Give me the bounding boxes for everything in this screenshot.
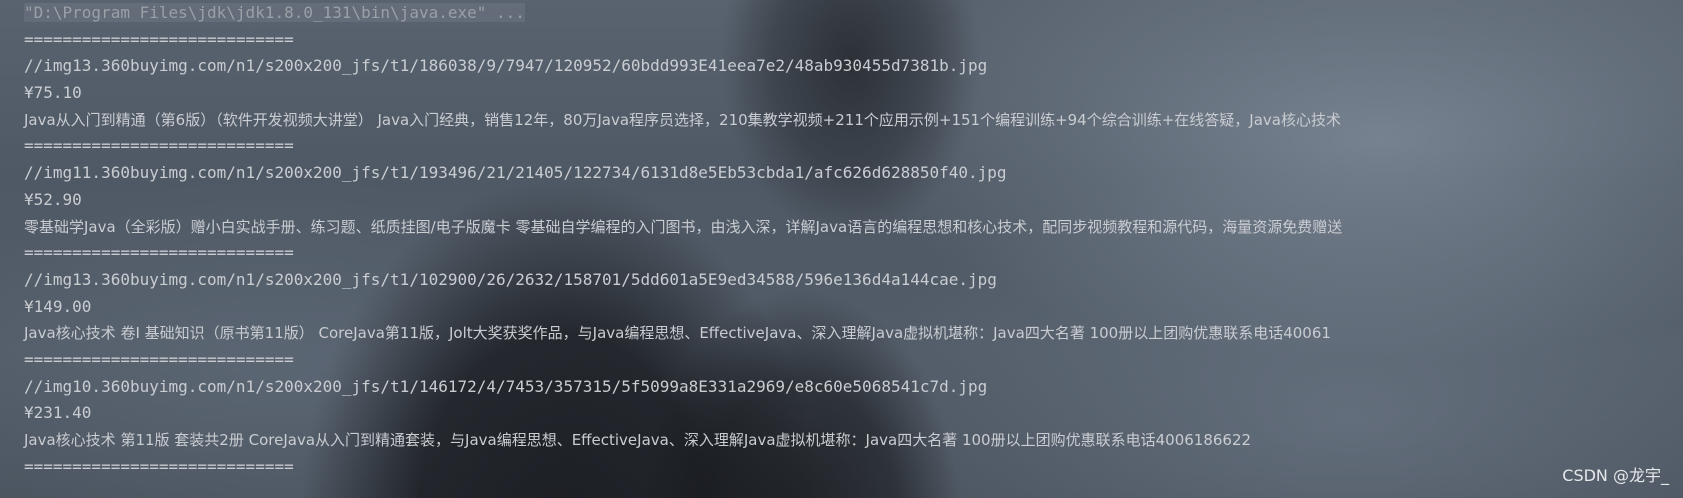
image-url-line: //img13.360buyimg.com/n1/s200x200_jfs/t1… xyxy=(24,56,988,76)
run-command-line[interactable]: "D:\Program Files\jdk\jdk1.8.0_131\bin\j… xyxy=(24,0,1683,27)
console-output-panel[interactable]: "D:\Program Files\jdk\jdk1.8.0_131\bin\j… xyxy=(0,0,1683,498)
title-line: Java从入门到精通（第6版）（软件开发视频大讲堂） Java入门经典，销售12… xyxy=(24,110,1341,129)
image-url-line: //img11.360buyimg.com/n1/s200x200_jfs/t1… xyxy=(24,163,1007,183)
title-line: 零基础学Java（全彩版）赠小白实战手册、练习题、纸质挂图/电子版魔卡 零基础自… xyxy=(24,217,1343,236)
csdn-watermark: CSDN @龙宇_ xyxy=(1562,466,1669,485)
separator-line: ============================ xyxy=(24,349,294,369)
title-line: Java核心技术 第11版 套装共2册 CoreJava从入门到精通套装，与Ja… xyxy=(24,431,1252,449)
separator-line: ============================ xyxy=(24,29,294,49)
price-line: ¥75.10 xyxy=(24,83,82,103)
image-url-line: //img13.360buyimg.com/n1/s200x200_jfs/t1… xyxy=(24,269,997,289)
run-command-text[interactable]: "D:\Program Files\jdk\jdk1.8.0_131\bin\j… xyxy=(24,3,525,22)
price-line: ¥149.00 xyxy=(24,296,92,316)
separator-line: ============================ xyxy=(24,136,294,156)
price-line: ¥52.90 xyxy=(24,189,82,209)
title-line: Java核心技术 卷I 基础知识（原书第11版） CoreJava第11版，Jo… xyxy=(24,324,1331,343)
console-lines: "D:\Program Files\jdk\jdk1.8.0_131\bin\j… xyxy=(24,0,1683,480)
image-url-line: //img10.360buyimg.com/n1/s200x200_jfs/t1… xyxy=(24,376,988,396)
separator-line: ============================ xyxy=(24,243,294,263)
price-line: ¥231.40 xyxy=(24,403,92,423)
separator-line: ============================ xyxy=(24,456,294,476)
